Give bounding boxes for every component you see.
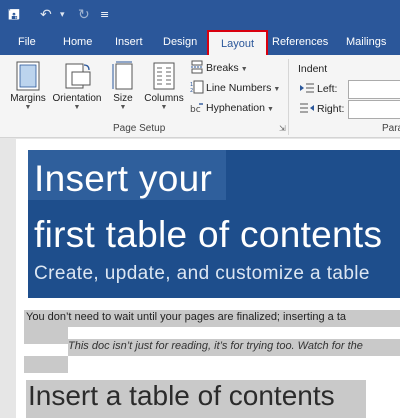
page-setup-group-label: Page Setup	[113, 123, 166, 134]
tab-references[interactable]: References	[272, 30, 328, 55]
svg-text:bc: bc	[190, 105, 201, 114]
columns-icon	[153, 62, 175, 90]
hyphenation-icon: bc	[190, 103, 203, 114]
columns-label: Columns	[144, 93, 184, 104]
customize-quick-access-icon[interactable]: ≡	[100, 5, 109, 25]
indent-heading: Indent	[298, 63, 328, 75]
orientation-icon	[65, 63, 91, 89]
chevron-down-icon: ▼	[119, 104, 127, 111]
chevron-down-icon: ▼	[240, 66, 248, 73]
chevron-down-icon: ▼	[266, 106, 274, 113]
indent-left-label: Left:	[317, 83, 338, 95]
breaks-button[interactable]: Breaks ▼	[190, 59, 248, 77]
chevron-down-icon: ▼	[273, 86, 281, 93]
text-selection-highlight	[24, 327, 68, 344]
hyphenation-label: Hyphenation	[206, 102, 265, 114]
line-numbers-button[interactable]: 1 2 Line Numbers ▼	[190, 79, 280, 97]
breaks-label: Breaks	[206, 62, 239, 74]
columns-button[interactable]: Columns ▼	[142, 61, 186, 112]
cover-subtitle[interactable]: Create, update, and customize a table	[34, 263, 370, 285]
cover-title-line1[interactable]: Insert your	[34, 158, 212, 200]
body-paragraph-italic[interactable]: This doc isn’t just for reading, it’s fo…	[68, 340, 363, 352]
text-selection-highlight	[24, 356, 68, 373]
undo-icon[interactable]: ↶	[40, 5, 52, 25]
breaks-icon	[191, 60, 203, 74]
section-heading[interactable]: Insert a table of contents	[28, 380, 335, 412]
title-bar: 🖪 ↶ ▾ ↻ ≡	[0, 0, 400, 30]
redo-icon[interactable]: ↻	[78, 5, 90, 25]
svg-text:2: 2	[190, 88, 193, 94]
tab-home[interactable]: Home	[63, 30, 92, 55]
tab-design[interactable]: Design	[163, 30, 197, 55]
indent-right-icon	[300, 103, 314, 113]
line-numbers-label: Line Numbers	[206, 82, 272, 94]
indent-left-label-row: Left:	[300, 80, 337, 98]
dialog-launcher-icon[interactable]: ⇲	[279, 124, 286, 133]
hyphenation-button[interactable]: bc Hyphenation ▼	[190, 99, 274, 117]
size-label: Size	[113, 93, 133, 104]
chevron-down-icon: ▼	[24, 104, 32, 111]
save-icon[interactable]: 🖪	[8, 5, 20, 25]
ribbon: Margins ▼ Orientation ▼ Size ▼ Columns ▼	[0, 55, 400, 138]
indent-left-icon	[300, 83, 314, 93]
body-paragraph[interactable]: You don’t need to wait until your pages …	[26, 311, 346, 323]
size-icon	[112, 61, 133, 90]
margins-icon	[16, 61, 40, 91]
indent-right-input[interactable]	[348, 100, 400, 119]
indent-right-label: Right:	[317, 103, 345, 115]
indent-right-label-row: Right:	[300, 100, 344, 118]
tab-layout[interactable]: Layout	[207, 30, 269, 56]
orientation-button[interactable]: Orientation ▼	[50, 61, 104, 112]
tab-file[interactable]: File	[18, 30, 36, 55]
orientation-label: Orientation	[52, 93, 102, 104]
ribbon-tabs: File Home Insert Design Layout Reference…	[0, 30, 400, 56]
size-button[interactable]: Size ▼	[110, 61, 136, 112]
indent-left-input[interactable]	[348, 80, 400, 99]
tab-mailings[interactable]: Mailings	[346, 30, 386, 55]
paragraph-group-label: Para	[382, 123, 400, 134]
tab-insert[interactable]: Insert	[115, 30, 143, 55]
margins-label: Margins	[10, 93, 46, 104]
chevron-down-icon: ▼	[160, 104, 168, 111]
chevron-down-icon: ▼	[73, 104, 81, 111]
line-numbers-icon: 12	[190, 80, 204, 94]
margins-button[interactable]: Margins ▼	[8, 61, 48, 112]
undo-dropdown-icon[interactable]: ▾	[60, 5, 65, 25]
cover-title-line2[interactable]: first table of contents	[34, 214, 382, 256]
group-divider	[288, 59, 289, 135]
